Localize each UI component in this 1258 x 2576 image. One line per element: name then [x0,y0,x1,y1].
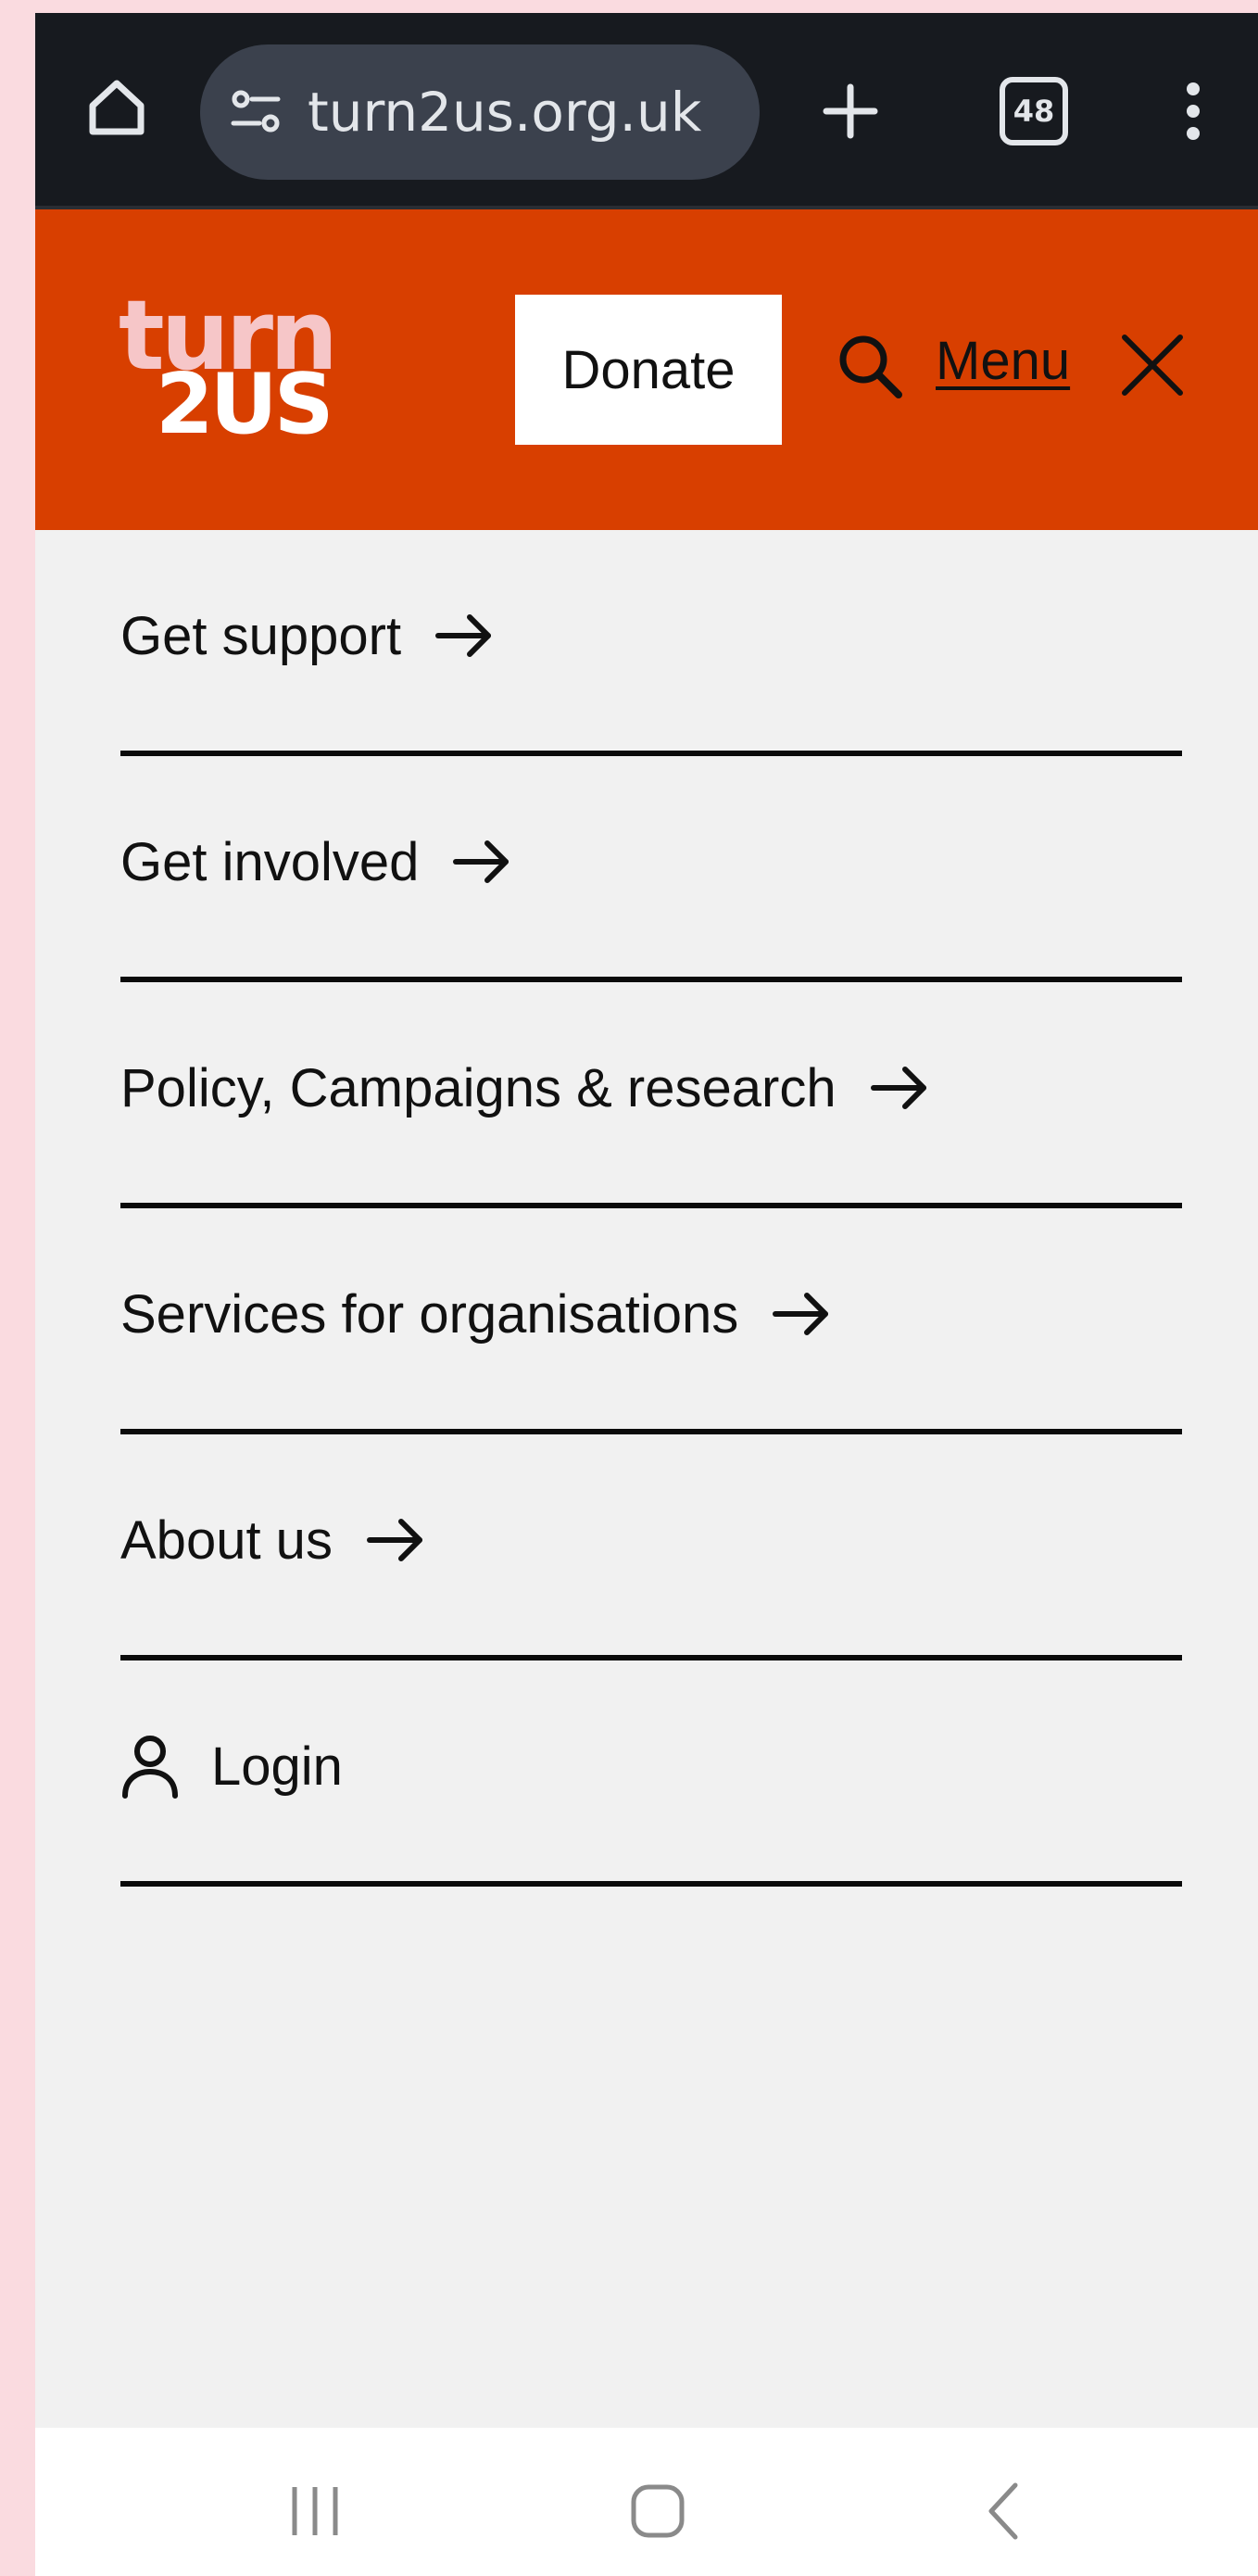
arrow-right-icon [435,614,492,657]
menu-toggle-link[interactable]: Menu [936,330,1070,392]
close-icon [1122,335,1183,396]
recents-button[interactable] [278,2474,352,2548]
site-settings-icon[interactable] [226,82,285,142]
arrow-right-icon [870,1067,926,1109]
browser-home-button[interactable] [80,70,154,145]
donate-button[interactable]: Donate [515,295,782,445]
menu-item-label: Policy, Campaigns & research [120,1057,837,1118]
menu-item-get-support[interactable]: Get support [120,530,1182,756]
search-button[interactable] [830,326,908,404]
menu-item-services-for-organisations[interactable]: Services for organisations [120,1208,1182,1434]
home-icon [631,2484,685,2538]
main-navigation-menu: Get support Get involved Policy, Campaig… [120,530,1182,1887]
menu-item-get-involved[interactable]: Get involved [120,756,1182,982]
browser-toolbar: turn2us.org.uk 48 [35,13,1258,209]
arrow-right-icon [366,1519,422,1561]
device-screen: turn2us.org.uk 48 turn 2US Donate Menu G… [35,13,1258,2576]
home-icon [89,80,145,135]
more-options-button[interactable] [1164,67,1223,156]
recents-icon [292,2487,338,2535]
arrow-right-icon [773,1293,829,1335]
tab-switcher-button[interactable]: 48 [989,67,1078,156]
new-tab-button[interactable] [815,76,886,146]
search-icon [839,335,902,398]
menu-item-label: Get support [120,605,402,666]
user-icon [122,1736,178,1799]
back-button[interactable] [967,2474,1041,2548]
site-header: turn 2US Donate Menu [35,209,1258,530]
close-menu-button[interactable] [1113,326,1191,404]
turn2us-logo[interactable]: turn 2US [119,287,350,453]
address-bar[interactable]: turn2us.org.uk [200,44,760,180]
menu-item-label: Get involved [120,831,420,892]
tab-count: 48 [1000,77,1068,145]
menu-item-label: About us [120,1509,333,1571]
system-navigation-bar [35,2428,1258,2576]
back-icon [988,2482,1018,2540]
logo-text-2us: 2US [156,356,334,453]
menu-item-policy-campaigns-research[interactable]: Policy, Campaigns & research [120,982,1182,1208]
menu-item-about-us[interactable]: About us [120,1434,1182,1661]
plus-icon [823,83,878,139]
system-home-button[interactable] [621,2474,695,2548]
menu-item-label: Services for organisations [120,1283,739,1345]
menu-item-login[interactable]: Login [120,1661,1182,1887]
more-vert-icon [1187,82,1200,140]
login-label: Login [211,1736,343,1797]
arrow-right-icon [453,840,509,883]
url-text: turn2us.org.uk [308,81,702,144]
